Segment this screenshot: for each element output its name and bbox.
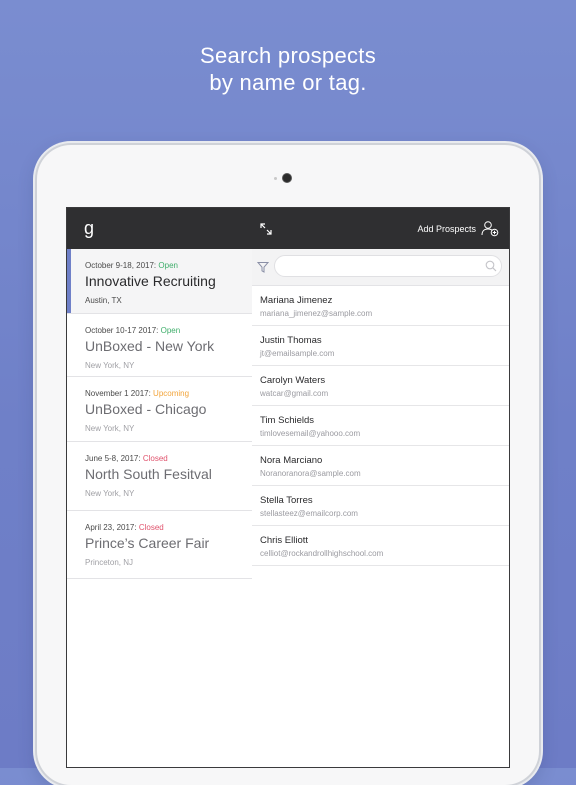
event-date-text: April 23, 2017: bbox=[85, 523, 139, 532]
prospect-email: timlovesemail@yahooo.com bbox=[260, 429, 361, 438]
event-location: New York, NY bbox=[85, 361, 135, 370]
event-date: April 23, 2017: Closed bbox=[85, 522, 252, 533]
prospect-name: Stella Torres bbox=[260, 495, 313, 506]
event-date: October 10-17 2017: Open bbox=[85, 325, 252, 336]
add-person-icon[interactable] bbox=[481, 220, 499, 237]
event-name: Innovative Recruiting bbox=[85, 273, 216, 289]
prospect-name: Carolyn Waters bbox=[260, 375, 326, 386]
event-location: New York, NY bbox=[85, 424, 135, 433]
prospect-row[interactable]: Carolyn Waters watcar@gmail.com bbox=[252, 366, 509, 406]
prospect-email: Noranoranora@sample.com bbox=[260, 469, 361, 478]
event-item[interactable]: November 1 2017: Upcoming UnBoxed - Chica… bbox=[67, 377, 252, 442]
app-logo: g bbox=[84, 218, 95, 238]
search-icon bbox=[485, 260, 497, 272]
event-date: October 9-18, 2017: Open bbox=[85, 260, 252, 271]
search-input[interactable] bbox=[274, 255, 502, 277]
camera-icon bbox=[283, 174, 291, 182]
event-status: Upcoming bbox=[153, 389, 190, 398]
event-date-text: October 10-17 2017: bbox=[85, 326, 161, 335]
event-status: Open bbox=[158, 261, 178, 270]
prospect-email: watcar@gmail.com bbox=[260, 389, 329, 398]
event-name: UnBoxed - New York bbox=[85, 338, 215, 354]
event-date: June 5-8, 2017: Closed bbox=[85, 453, 252, 464]
event-date-text: October 9-18, 2017: bbox=[85, 261, 159, 270]
prospect-email: jt@emailsample.com bbox=[260, 349, 335, 358]
event-list: October 9-18, 2017: Open Innovative Recru… bbox=[67, 249, 252, 579]
event-name: UnBoxed - Chicago bbox=[85, 401, 207, 417]
marketing-headline: Search prospects by name or tag. bbox=[0, 42, 576, 96]
event-status: Open bbox=[160, 326, 181, 335]
app-screen: g October 9-18, 2017: Open Innovative Rec… bbox=[66, 207, 510, 768]
search-bar bbox=[252, 249, 509, 286]
events-pane: g October 9-18, 2017: Open Innovative Rec… bbox=[67, 208, 253, 767]
prospect-email: celliot@rockandrollhighschool.com bbox=[260, 549, 384, 558]
event-date: November 1 2017: Upcoming bbox=[85, 388, 252, 399]
event-name: Prince’s Career Fair bbox=[85, 535, 210, 551]
headline-line-2: by name or tag. bbox=[209, 70, 367, 95]
sensor-dot bbox=[274, 177, 277, 180]
event-item[interactable]: April 23, 2017: Closed Prince’s Career Fa… bbox=[67, 511, 252, 579]
event-status: Closed bbox=[142, 454, 168, 463]
headline-line-1: Search prospects bbox=[200, 43, 376, 68]
prospects-header: Add Prospects bbox=[252, 208, 509, 249]
prospect-name: Justin Thomas bbox=[260, 335, 322, 346]
event-date-text: November 1 2017: bbox=[85, 389, 154, 398]
event-name: North South Fesitval bbox=[85, 466, 212, 482]
prospect-name: Chris Elliott bbox=[260, 535, 309, 546]
prospect-list: Mariana Jimenez mariana_jimenez@sample.co… bbox=[252, 286, 509, 566]
filter-icon[interactable] bbox=[257, 261, 269, 273]
event-location: New York, NY bbox=[85, 489, 135, 498]
prospect-row[interactable]: Justin Thomas jt@emailsample.com bbox=[252, 326, 509, 366]
prospect-row[interactable]: Nora Marciano Noranoranora@sample.com bbox=[252, 446, 509, 486]
events-header: g bbox=[67, 208, 252, 249]
event-date-text: June 5-8, 2017: bbox=[85, 454, 143, 463]
prospect-row[interactable]: Mariana Jimenez mariana_jimenez@sample.co… bbox=[252, 286, 509, 326]
prospects-pane: Add Prospects Mariana Jimenez mariana_jim… bbox=[252, 208, 509, 767]
prospect-name: Tim Schields bbox=[260, 415, 315, 426]
event-item[interactable]: June 5-8, 2017: Closed North South Fesitv… bbox=[67, 442, 252, 511]
expand-icon[interactable] bbox=[260, 223, 272, 235]
add-prospects-button[interactable]: Add Prospects bbox=[417, 224, 476, 234]
prospect-email: stellasteez@emailcorp.com bbox=[260, 509, 358, 518]
prospect-row[interactable]: Tim Schields timlovesemail@yahooo.com bbox=[252, 406, 509, 446]
event-item[interactable]: October 9-18, 2017: Open Innovative Recru… bbox=[67, 249, 252, 314]
prospect-name: Nora Marciano bbox=[260, 455, 323, 466]
prospect-name: Mariana Jimenez bbox=[260, 295, 333, 306]
event-status: Closed bbox=[138, 523, 164, 532]
prospect-row[interactable]: Chris Elliott celliot@rockandrollhighscho… bbox=[252, 526, 509, 566]
prospect-row[interactable]: Stella Torres stellasteez@emailcorp.com bbox=[252, 486, 509, 526]
event-item[interactable]: October 10-17 2017: Open UnBoxed - New Yo… bbox=[67, 314, 252, 377]
prospect-email: mariana_jimenez@sample.com bbox=[260, 309, 373, 318]
event-location: Princeton, NJ bbox=[85, 558, 134, 567]
event-location: Austin, TX bbox=[85, 296, 122, 305]
